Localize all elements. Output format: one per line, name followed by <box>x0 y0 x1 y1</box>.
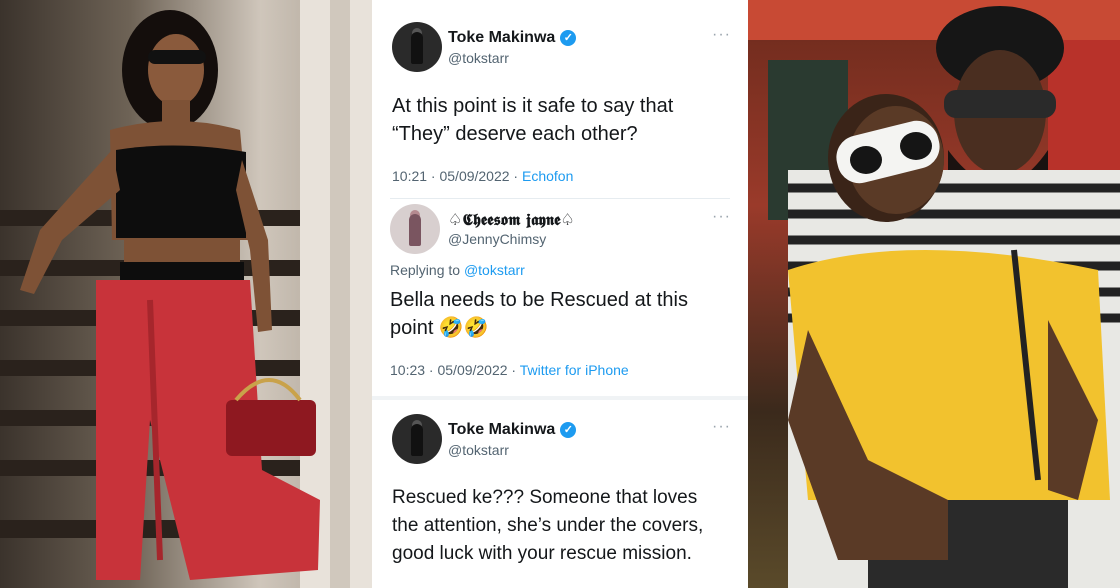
tweet-source[interactable]: Echofon <box>522 168 573 184</box>
avatar[interactable] <box>392 414 442 464</box>
replying-to: Replying to @tokstarr <box>390 262 525 278</box>
more-options-icon[interactable]: ··· <box>712 418 731 436</box>
handle[interactable]: @tokstarr <box>448 50 509 66</box>
handle[interactable]: @tokstarr <box>448 442 509 458</box>
woman-on-stairs-image <box>0 0 372 588</box>
couple-image <box>748 0 1120 588</box>
more-options-icon[interactable]: ··· <box>712 26 731 44</box>
display-name[interactable]: ♤𝕮𝖍𝖊𝖊𝖘𝖔𝖒 𝖏𝖆𝖞𝖓𝖊♤ <box>448 210 575 230</box>
tweet-source[interactable]: Twitter for iPhone <box>520 362 629 378</box>
divider <box>390 198 730 199</box>
right-photo <box>748 0 1120 588</box>
display-name-text: ♤𝕮𝖍𝖊𝖊𝖘𝖔𝖒 𝖏𝖆𝖞𝖓𝖊♤ <box>448 210 575 229</box>
timestamp[interactable]: 10:21 · 05/09/2022 · <box>392 168 522 184</box>
tweet-text: Rescued ke??? Someone that loves the att… <box>392 487 704 564</box>
display-name[interactable]: Toke Makinwa ✓ <box>448 421 577 439</box>
replying-to-label: Replying to <box>390 262 464 278</box>
tweet-meta: 10:21 · 05/09/2022 · Echofon <box>392 168 573 184</box>
handle[interactable]: @JennyChimsy <box>448 231 546 247</box>
tweet-3: Toke Makinwa ✓ @tokstarr ··· Rescued ke?… <box>372 400 748 588</box>
left-photo <box>0 0 372 588</box>
tweet-text: At this point is it safe to say that “Th… <box>392 95 674 145</box>
avatar[interactable] <box>390 204 440 254</box>
more-options-icon[interactable]: ··· <box>712 208 731 226</box>
tweet-meta: 10:23 · 05/09/2022 · Twitter for iPhone <box>390 362 629 378</box>
tweet-1: Toke Makinwa ✓ @tokstarr ··· At this poi… <box>372 0 748 200</box>
tweets-panel: Toke Makinwa ✓ @tokstarr ··· At this poi… <box>372 0 748 588</box>
verified-icon: ✓ <box>560 30 577 46</box>
replying-to-handle[interactable]: @tokstarr <box>464 262 525 278</box>
timestamp[interactable]: 10:23 · 05/09/2022 · <box>390 362 520 378</box>
tweet-text: Bella needs to be Rescued at this point … <box>390 289 688 339</box>
verified-icon: ✓ <box>560 422 577 438</box>
display-name[interactable]: Toke Makinwa ✓ <box>448 29 577 47</box>
display-name-text: Toke Makinwa <box>448 421 556 438</box>
display-name-text: Toke Makinwa <box>448 29 556 46</box>
avatar[interactable] <box>392 22 442 72</box>
tweet-2: ♤𝕮𝖍𝖊𝖊𝖘𝖔𝖒 𝖏𝖆𝖞𝖓𝖊♤ @JennyChimsy ··· Replyin… <box>372 200 748 396</box>
